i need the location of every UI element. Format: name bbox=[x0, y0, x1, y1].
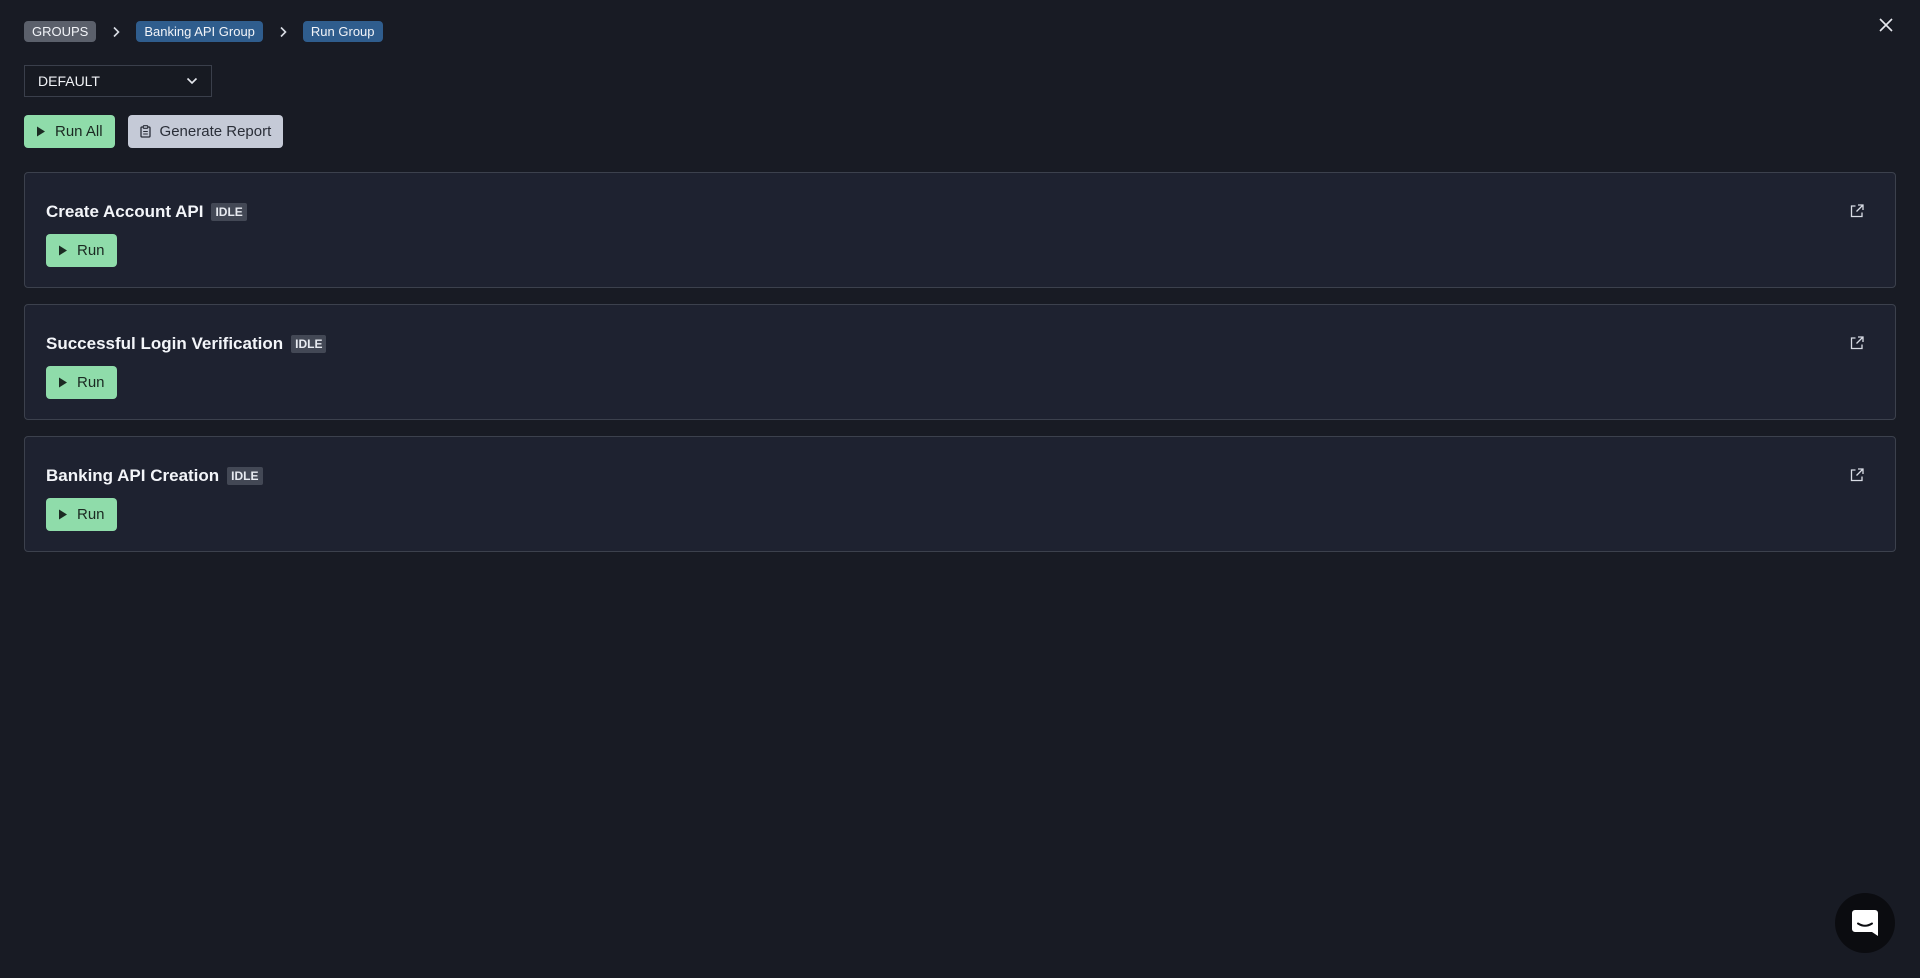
play-icon bbox=[58, 377, 68, 388]
close-icon bbox=[1879, 18, 1893, 32]
generate-report-button[interactable]: Generate Report bbox=[127, 115, 284, 148]
chat-launcher-button[interactable] bbox=[1835, 893, 1895, 953]
chat-icon bbox=[1852, 910, 1878, 936]
test-name: Create Account API bbox=[46, 202, 204, 221]
external-link-icon[interactable] bbox=[1849, 203, 1865, 219]
run-label: Run bbox=[77, 242, 105, 259]
run-all-button[interactable]: Run All bbox=[24, 115, 115, 148]
run-button[interactable]: Run bbox=[46, 498, 117, 531]
test-name: Successful Login Verification bbox=[46, 334, 284, 353]
run-label: Run bbox=[77, 374, 105, 391]
external-link-icon[interactable] bbox=[1849, 335, 1865, 351]
clipboard-icon bbox=[139, 125, 151, 138]
run-group-page: GROUPS Banking API Group Run Group DEFAU… bbox=[0, 0, 1920, 978]
external-link-icon[interactable] bbox=[1849, 467, 1865, 483]
run-label: Run bbox=[77, 506, 105, 523]
breadcrumb-groups[interactable]: GROUPS bbox=[24, 21, 97, 42]
breadcrumb-separator-icon bbox=[263, 21, 303, 42]
run-button[interactable]: Run bbox=[46, 366, 117, 399]
environment-select[interactable]: DEFAULT bbox=[24, 65, 212, 97]
play-icon bbox=[58, 509, 68, 520]
action-bar: Run All Generate Report bbox=[24, 115, 284, 148]
test-name: Banking API Creation bbox=[46, 466, 220, 485]
environment-select-value: DEFAULT bbox=[38, 73, 100, 89]
play-icon bbox=[36, 126, 46, 137]
test-card-banking-api-creation: Banking API Creation IDLE Run bbox=[24, 436, 1896, 552]
status-badge: IDLE bbox=[211, 203, 247, 221]
breadcrumb-banking-api-group[interactable]: Banking API Group bbox=[136, 21, 263, 42]
breadcrumb: GROUPS Banking API Group Run Group bbox=[24, 21, 383, 42]
breadcrumb-run-group[interactable]: Run Group bbox=[302, 21, 383, 42]
test-card-create-account-api: Create Account API IDLE Run bbox=[24, 172, 1896, 288]
chevron-down-icon bbox=[186, 77, 198, 85]
test-card-title: Create Account API IDLE bbox=[46, 202, 247, 222]
status-badge: IDLE bbox=[291, 335, 327, 353]
test-card-title: Successful Login Verification IDLE bbox=[46, 334, 327, 354]
test-card-successful-login-verification: Successful Login Verification IDLE Run bbox=[24, 304, 1896, 420]
generate-report-label: Generate Report bbox=[159, 123, 272, 140]
play-icon bbox=[58, 245, 68, 256]
run-all-label: Run All bbox=[55, 123, 103, 140]
breadcrumb-separator-icon bbox=[96, 21, 136, 42]
test-card-title: Banking API Creation IDLE bbox=[46, 466, 263, 486]
run-button[interactable]: Run bbox=[46, 234, 117, 267]
close-button[interactable] bbox=[1874, 13, 1898, 37]
status-badge: IDLE bbox=[227, 467, 263, 485]
